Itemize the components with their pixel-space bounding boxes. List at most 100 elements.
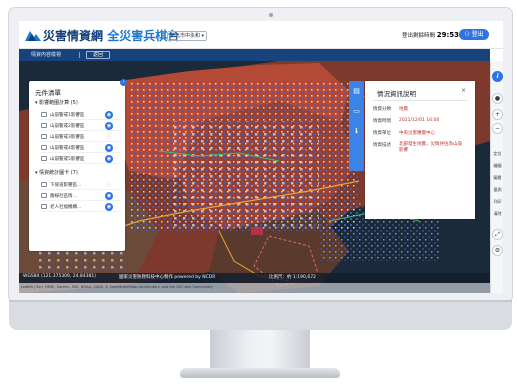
layer-group-label: 影響範圍計算 (5): [39, 100, 78, 106]
back-button[interactable]: 返回: [86, 51, 110, 59]
measure-tool[interactable]: 量測: [491, 187, 503, 192]
eye-icon[interactable]: ◉: [105, 192, 113, 200]
layer-item[interactable]: 山崩警戒1影響區 ◉: [41, 110, 121, 120]
layer-item[interactable]: 路線社區情... ◉: [41, 191, 121, 201]
region-select-value: 新北市中永和: [170, 33, 201, 39]
layer-item[interactable]: 山崩警戒4影響區 ◉: [41, 143, 121, 153]
layer-group-label: 情資統計圖卡 (7): [39, 170, 78, 176]
comment-icon: ▭: [353, 107, 360, 115]
collapse-panel-button[interactable]: ‹: [120, 79, 127, 86]
map-attribution: Leaflet | Esri, HERE, Garmin, FAO, NOAA,…: [19, 283, 490, 293]
settings-button[interactable]: ⚙: [492, 245, 503, 256]
minus-icon: −: [494, 125, 501, 132]
layers-panel: 元件清單 ▾ 影響範圍計算 (5) 山崩警戒1影響區 ◉ 山崩警戒2影響區 ◉ …: [29, 81, 125, 251]
layer-group-stats[interactable]: ▾ 情資統計圖卡 (7): [35, 169, 78, 176]
comment-tab[interactable]: ▭: [352, 107, 361, 116]
layer-item[interactable]: 山崩警戒2影響區 ◉: [41, 121, 121, 131]
layer-item[interactable]: 老人社福機構... ◉: [41, 202, 121, 212]
zoom-in-button[interactable]: +: [492, 109, 503, 120]
print-tool[interactable]: 列印: [491, 199, 503, 204]
subbar-title: 情資內容檢視: [31, 52, 62, 58]
layer-item[interactable]: 山崩警戒3影響區 ◌: [41, 132, 121, 142]
zoom-out-button[interactable]: −: [492, 123, 503, 134]
layers-tool[interactable]: 圖層: [491, 175, 503, 180]
chevron-down-icon: ▾: [35, 100, 38, 106]
brand-title: 災害情資網 全災害兵棋台: [43, 27, 179, 44]
eye-icon[interactable]: ◉: [105, 203, 113, 211]
close-icon[interactable]: ×: [461, 87, 466, 94]
brand-primary: 災害情資網: [43, 29, 104, 43]
layer-icon: [41, 112, 47, 117]
info-key: 情資分類: [373, 107, 391, 112]
layer-item-label: 老人社福機構...: [50, 205, 82, 210]
layer-item-label: 山崩警戒4影響區: [50, 146, 85, 151]
info-value: 地震: [399, 107, 408, 112]
layer-icon: [41, 123, 47, 128]
logo-icon: [25, 31, 41, 41]
fullscreen-button[interactable]: ⤢: [492, 229, 503, 240]
monitor-chin: [9, 300, 512, 330]
chart-icon: [41, 182, 47, 187]
info-icon: i: [496, 73, 499, 80]
chevron-down-icon: ▾: [35, 170, 38, 176]
chart-icon: [41, 204, 47, 209]
chart-icon: [41, 193, 47, 198]
layer-item[interactable]: 下坡道影響區... ◌: [41, 180, 121, 190]
user-icon: ⚇: [464, 31, 470, 38]
eye-off-icon[interactable]: ◌: [105, 133, 113, 141]
layer-item-label: 山崩警戒5影響區: [50, 157, 85, 162]
layer-group-impact[interactable]: ▾ 影響範圍計算 (5): [35, 99, 78, 106]
app-screen: 災害情資網 全災害兵棋台 新北市中永和 ▾ 登出剩餘時間 29:53 ⚇ 登出 …: [19, 21, 503, 293]
layer-item-label: 山崩警戒3影響區: [50, 135, 85, 140]
locate-tool[interactable]: 定位: [491, 151, 503, 156]
info-value: 北部發生地震，災情評估為山崩影響: [399, 142, 462, 153]
session-timer-label: 登出剩餘時間: [402, 33, 436, 39]
eye-icon[interactable]: ◉: [105, 111, 113, 119]
layers-panel-title: 元件清單: [35, 89, 61, 97]
situation-info-panel: 情況資訊說明 × 情資分類 地震 情資時間 2021/12/01 16:00 情…: [365, 81, 475, 219]
info-key: 情資時間: [373, 119, 391, 124]
layer-icon: [41, 156, 47, 161]
info-tabs: ▤ ▭ ℹ: [349, 81, 364, 171]
gear-icon: ⚙: [494, 247, 501, 254]
layer-item-label: 路線社區情...: [50, 194, 77, 199]
plus-icon: +: [494, 111, 501, 118]
scale-readout: 比例尺：約 1:190,672: [269, 275, 316, 280]
info-key: 情資單位: [373, 131, 391, 136]
info-value: 2021/12/01 16:00: [399, 118, 440, 123]
session-timer-value: 29:53: [436, 31, 460, 39]
logout-button[interactable]: ⚇ 登出: [459, 29, 489, 40]
layer-item[interactable]: 山崩警戒5影響區 ◉: [41, 154, 121, 164]
monitor-stand-base: [180, 368, 340, 378]
info-value: 中央災害應變中心: [399, 131, 435, 136]
eye-icon[interactable]: ◉: [105, 144, 113, 152]
chevron-down-icon: ▾: [201, 33, 204, 39]
eye-icon[interactable]: ◉: [105, 155, 113, 163]
info-panel-title: 情況資訊說明: [377, 90, 416, 98]
info-button[interactable]: i: [492, 71, 503, 82]
info-panel-divider: [373, 100, 467, 101]
draw-tool[interactable]: 繪圖: [491, 163, 503, 168]
rightbar-header-spacer: [490, 49, 503, 61]
top-header: 災害情資網 全災害兵棋台 新北市中永和 ▾ 登出剩餘時間 29:53 ⚇ 登出: [19, 21, 503, 49]
clear-tool[interactable]: 清除: [491, 211, 503, 216]
chevron-left-icon: ‹: [122, 79, 125, 85]
layer-toggle-button[interactable]: ●: [492, 93, 503, 104]
layer-item-label: 山崩警戒1影響區: [50, 113, 85, 118]
sub-navigation-bar: 情資內容檢視 返回: [19, 49, 503, 61]
coordinate-readout: WGS84 (121.375309, 24.84381): [23, 274, 96, 279]
expand-icon: ⤢: [495, 231, 500, 238]
info-tab[interactable]: ℹ: [352, 127, 361, 136]
layer-item-label: 下坡道影響區...: [50, 183, 82, 188]
layer-icon: [41, 145, 47, 150]
document-icon: ▤: [353, 87, 360, 95]
eye-off-icon[interactable]: ◌: [105, 181, 113, 189]
attribution-text: Leaflet | Esri, HERE, Garmin, FAO, NOAA,…: [21, 285, 213, 289]
info-icon: ℹ: [355, 127, 358, 135]
monitor-chin-edge: [9, 300, 512, 302]
region-select[interactable]: 新北市中永和 ▾: [167, 31, 207, 41]
eye-icon[interactable]: ◉: [105, 122, 113, 130]
producer-credit: 國家災害防救科技中心製作 powered by NCDR: [119, 275, 216, 280]
subbar-divider: [79, 52, 80, 58]
document-tab[interactable]: ▤: [352, 87, 361, 96]
